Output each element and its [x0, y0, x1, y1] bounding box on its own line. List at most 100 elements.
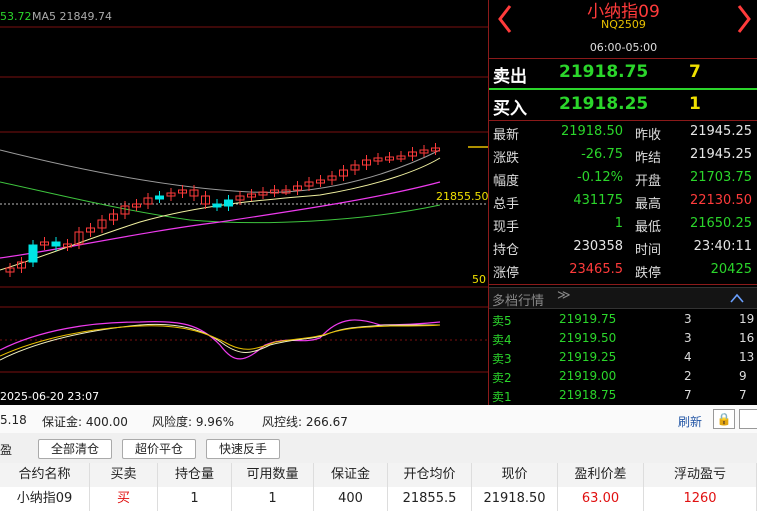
column-header[interactable]: 开仓均价 [388, 463, 472, 487]
depth-price: 21919.75 [559, 312, 617, 326]
depth-price: 21919.50 [559, 331, 617, 345]
depth-row[interactable]: 卖1 21918.75 7 7 [489, 386, 757, 405]
quote-label: 总手 [493, 197, 520, 212]
depth-label: 卖2 [492, 371, 512, 385]
risk-control-info: 风控线: 266.67 [262, 415, 348, 429]
axis-value-50: 50 [472, 273, 486, 286]
quote-value: 21945.25 [689, 124, 752, 139]
quote-label: 涨停 [493, 266, 520, 281]
column-header[interactable]: 浮动盈亏 [644, 463, 757, 487]
candle-body [155, 195, 164, 200]
positions-table-header: 合约名称 买卖 持仓量 可用数量 保证金 开仓均价 现价 盈利价差 浮动盈亏 [0, 463, 757, 488]
depth-header[interactable]: 多档行情 ≫ [489, 287, 757, 309]
quote-label: 昨收 [635, 128, 662, 143]
depth-volume: 7 [684, 388, 692, 402]
column-header[interactable]: 保证金 [314, 463, 388, 487]
depth-extra: 13 [739, 350, 755, 364]
column-header[interactable]: 持仓量 [158, 463, 232, 487]
candle-body [212, 203, 222, 208]
sell-price[interactable]: 21918.75 [559, 62, 648, 82]
quote-label: 涨跌 [493, 151, 520, 166]
table-cell: 63.00 [558, 487, 644, 511]
price-tag: 21855.50 [436, 190, 489, 203]
ma-top-left-value: 53.72 [0, 10, 32, 23]
ma5-label: MA5 21849.74 [32, 10, 112, 23]
account-left-value: 5.18 [0, 413, 27, 427]
depth-price: 21918.75 [559, 388, 617, 402]
depth-row[interactable]: 卖3 21919.25 4 13 [489, 348, 757, 367]
quote-label: 时间 [635, 243, 662, 258]
candle-body [28, 244, 38, 263]
quote-label: 最低 [635, 220, 662, 235]
quote-label: 跌停 [635, 266, 662, 281]
trading-session: 06:00-05:00 [589, 41, 658, 54]
candle-body [224, 199, 233, 207]
quick-reverse-button[interactable]: 快速反手 [206, 439, 280, 459]
account-bar: 5.18 保证金: 400.00 风险度: 9.96% 风控线: 266.67 … [0, 405, 757, 434]
table-cell: 1 [232, 487, 314, 511]
double-chevron-down-icon[interactable]: ≫ [557, 288, 571, 303]
quote-value: 22130.50 [689, 193, 752, 208]
close-all-button[interactable]: 全部清仓 [38, 439, 112, 459]
market-close-button[interactable]: 超价平仓 [122, 439, 196, 459]
quote-label: 最高 [635, 197, 662, 212]
lock-icon[interactable]: 🔒 [713, 409, 735, 429]
column-header[interactable]: 合约名称 [0, 463, 90, 487]
sell-label: 卖出 [493, 67, 527, 87]
risk-info: 风险度: 9.96% [152, 415, 234, 429]
depth-extra: 19 [739, 312, 755, 326]
depth-volume: 3 [684, 331, 692, 345]
depth-price: 21919.00 [559, 369, 617, 383]
table-cell: 买 [90, 487, 158, 511]
quote-label: 最新 [493, 128, 520, 143]
depth-label: 卖4 [492, 333, 512, 347]
quote-label: 现手 [493, 220, 520, 235]
quote-value: 23:40:11 [693, 239, 752, 254]
column-header[interactable]: 可用数量 [232, 463, 314, 487]
table-cell: 1260 [644, 487, 757, 511]
quote-value: 21918.50 [560, 124, 623, 139]
date-label: 2025-06-20 23:07 [0, 390, 100, 403]
tab-position[interactable]: 盈 [0, 441, 12, 458]
depth-extra: 16 [739, 331, 755, 345]
table-cell: 1 [158, 487, 232, 511]
column-header[interactable]: 盈利价差 [558, 463, 644, 487]
kline-svg [0, 26, 488, 373]
refresh-button[interactable]: 刷新 [678, 413, 702, 430]
quote-value: -26.75 [581, 147, 623, 162]
quote-label: 持仓 [493, 243, 520, 258]
quote-value: 21650.25 [689, 216, 752, 231]
column-header[interactable]: 买卖 [90, 463, 158, 487]
depth-volume: 4 [684, 350, 692, 364]
column-header[interactable]: 现价 [472, 463, 558, 487]
table-cell: 400 [314, 487, 388, 511]
depth-label: 卖3 [492, 352, 512, 366]
margin-info: 保证金: 400.00 [42, 415, 128, 429]
trading-area: 5.18 保证金: 400.00 风险度: 9.96% 风控线: 266.67 … [0, 405, 757, 512]
depth-volume: 2 [684, 369, 692, 383]
quote-label: 幅度 [493, 174, 520, 189]
table-row[interactable]: 小纳指09 买 1 1 400 21855.5 21918.50 63.00 1260 [0, 487, 757, 512]
sell-volume: 7 [689, 62, 701, 82]
quote-value: 23465.5 [569, 262, 623, 277]
checkbox-icon[interactable] [739, 409, 757, 429]
buy-price[interactable]: 21918.25 [559, 94, 648, 114]
depth-label: 卖1 [492, 390, 512, 404]
chevron-up-icon[interactable] [729, 292, 745, 304]
quote-label: 开盘 [635, 174, 662, 189]
quote-value: 21945.25 [689, 147, 752, 162]
quote-value: 1 [614, 216, 623, 231]
quote-panel: 小纳指09 NQ2509 06:00-05:00 卖出 21918.75 7 买… [488, 0, 757, 405]
depth-row[interactable]: 卖5 21919.75 3 19 [489, 310, 757, 329]
candlesticks [5, 143, 440, 277]
depth-extra: 7 [739, 388, 747, 402]
depth-row[interactable]: 卖2 21919.00 2 9 [489, 367, 757, 386]
kline-chart[interactable]: 53.72 MA5 21849.74 21855.50 50 2025-06-2… [0, 0, 489, 405]
candle-body [51, 241, 61, 247]
quote-value: -0.12% [577, 170, 623, 185]
depth-row[interactable]: 卖4 21919.50 3 16 [489, 329, 757, 348]
table-cell: 21918.50 [472, 487, 558, 511]
depth-volume: 3 [684, 312, 692, 326]
buy-label: 买入 [493, 99, 527, 119]
depth-extra: 9 [739, 369, 747, 383]
